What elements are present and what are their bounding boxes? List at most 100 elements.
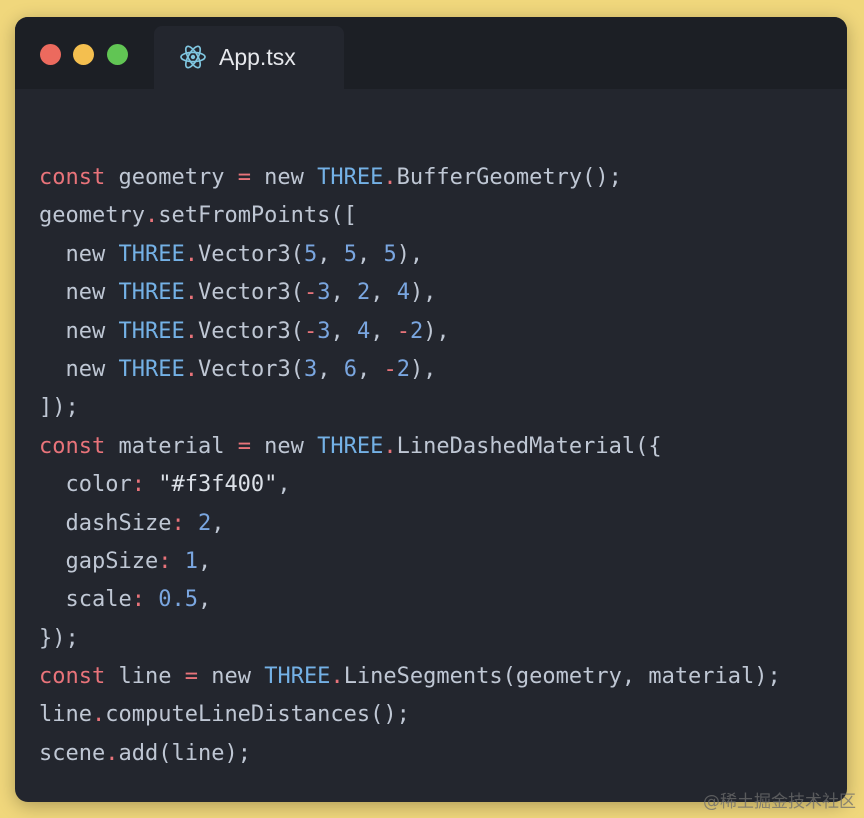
- code-token: ),: [423, 318, 450, 344]
- code-token: THREE: [317, 165, 384, 190]
- code-token: :: [158, 548, 172, 574]
- code-token: 6: [343, 356, 357, 382]
- code-line: const geometry = new THREE.BufferGeometr…: [39, 159, 781, 197]
- code-token: new: [39, 280, 119, 306]
- code-token: new: [250, 165, 318, 190]
- code-token: color: [39, 472, 132, 498]
- code-token: ,: [197, 587, 212, 613]
- code-token: ]);: [39, 395, 79, 421]
- close-window-button[interactable]: [40, 44, 61, 65]
- code-line: line.computeLineDistances();: [39, 696, 781, 734]
- code-token: LineDashedMaterial({: [396, 433, 662, 459]
- code-token: geometry: [39, 203, 145, 229]
- code-token: 5: [383, 241, 397, 267]
- code-token: material: [105, 433, 238, 459]
- code-token: new: [250, 433, 318, 459]
- code-token: setFromPoints([: [158, 203, 357, 229]
- code-token: -: [303, 318, 318, 344]
- code-token: add(line);: [118, 740, 251, 766]
- code-token: -: [383, 356, 397, 382]
- code-token: LineSegments(geometry, material);: [343, 664, 781, 690]
- code-line: scene.add(line);: [39, 735, 781, 773]
- code-token: .: [184, 280, 198, 306]
- code-token: ,: [317, 356, 344, 382]
- code-token: geometry: [105, 165, 238, 190]
- code-token: Vector3(: [197, 356, 304, 382]
- code-token: });: [39, 625, 79, 651]
- code-token: .: [105, 740, 119, 766]
- code-token: 2: [184, 510, 212, 536]
- code-token: ,: [330, 280, 357, 306]
- code-line: gapSize: 1,: [39, 543, 781, 581]
- code-token: ,: [211, 510, 225, 536]
- code-token: BufferGeometry();: [396, 165, 622, 190]
- code-token: computeLineDistances();: [105, 702, 410, 728]
- code-token: .: [330, 664, 344, 690]
- code-token: ),: [396, 241, 424, 267]
- code-token: 3: [317, 280, 331, 306]
- code-token: 1: [171, 548, 198, 574]
- code-line: new THREE.Vector3(-3, 4, -2),: [39, 313, 781, 351]
- code-token: .: [383, 433, 397, 459]
- code-token: THREE: [118, 318, 185, 344]
- code-token: THREE: [118, 241, 185, 267]
- code-token: ,: [317, 241, 344, 267]
- code-token: Vector3(: [197, 280, 304, 306]
- code-token: =: [184, 664, 198, 690]
- code-token: gapSize: [39, 548, 159, 574]
- code-token: new: [39, 241, 119, 267]
- code-token: 2: [356, 280, 371, 306]
- code-line: const line = new THREE.LineSegments(geom…: [39, 658, 781, 696]
- code-token: dashSize: [39, 510, 172, 536]
- code-token: :: [171, 510, 185, 536]
- code-block[interactable]: const geometry = new THREE.BufferGeometr…: [39, 159, 781, 773]
- code-token: Vector3(: [197, 241, 304, 267]
- code-token: =: [237, 433, 251, 459]
- react-icon: [180, 45, 206, 69]
- code-token: -: [396, 318, 410, 344]
- code-token: new: [39, 356, 119, 382]
- code-token: :: [131, 472, 145, 498]
- code-line: geometry.setFromPoints([: [39, 197, 781, 235]
- code-token: line: [105, 664, 185, 690]
- code-token: THREE: [118, 356, 185, 382]
- code-token: =: [237, 165, 251, 190]
- code-token: ),: [409, 280, 437, 306]
- code-token: ,: [356, 356, 384, 382]
- code-token: const: [39, 165, 106, 190]
- code-token: const: [39, 433, 106, 459]
- code-token: THREE: [264, 664, 331, 690]
- code-token: -: [303, 280, 318, 306]
- code-token: ,: [330, 318, 357, 344]
- code-token: .: [91, 702, 106, 728]
- code-token: .: [383, 165, 397, 190]
- maximize-window-button[interactable]: [107, 44, 128, 65]
- code-token: .: [184, 318, 198, 344]
- title-bar: App.tsx: [15, 17, 847, 89]
- tab-label: App.tsx: [219, 44, 296, 70]
- code-line: new THREE.Vector3(3, 6, -2),: [39, 351, 781, 389]
- code-token: "#f3f400": [144, 472, 278, 498]
- code-token: scene: [39, 740, 106, 766]
- minimize-window-button[interactable]: [73, 44, 94, 65]
- code-token: ,: [356, 241, 384, 267]
- code-token: .: [184, 241, 198, 267]
- tab-app-tsx[interactable]: App.tsx: [154, 26, 344, 89]
- code-token: 4: [356, 318, 371, 344]
- code-token: .: [144, 203, 159, 229]
- code-token: new: [197, 664, 265, 690]
- code-line: ]);: [39, 389, 781, 427]
- code-line: new THREE.Vector3(5, 5, 5),: [39, 236, 781, 274]
- code-token: scale: [39, 587, 132, 613]
- code-token: Vector3(: [197, 318, 304, 344]
- code-line: dashSize: 2,: [39, 505, 781, 543]
- code-token: 4: [396, 280, 410, 306]
- code-token: 3: [317, 318, 331, 344]
- code-token: .: [184, 356, 198, 382]
- code-token: const: [39, 664, 106, 690]
- code-line: new THREE.Vector3(-3, 2, 4),: [39, 274, 781, 312]
- watermark: @稀土掘金技术社区: [703, 792, 856, 812]
- code-token: 5: [303, 241, 318, 267]
- code-line: scale: 0.5,: [39, 581, 781, 619]
- code-line: color: "#f3f400",: [39, 466, 781, 504]
